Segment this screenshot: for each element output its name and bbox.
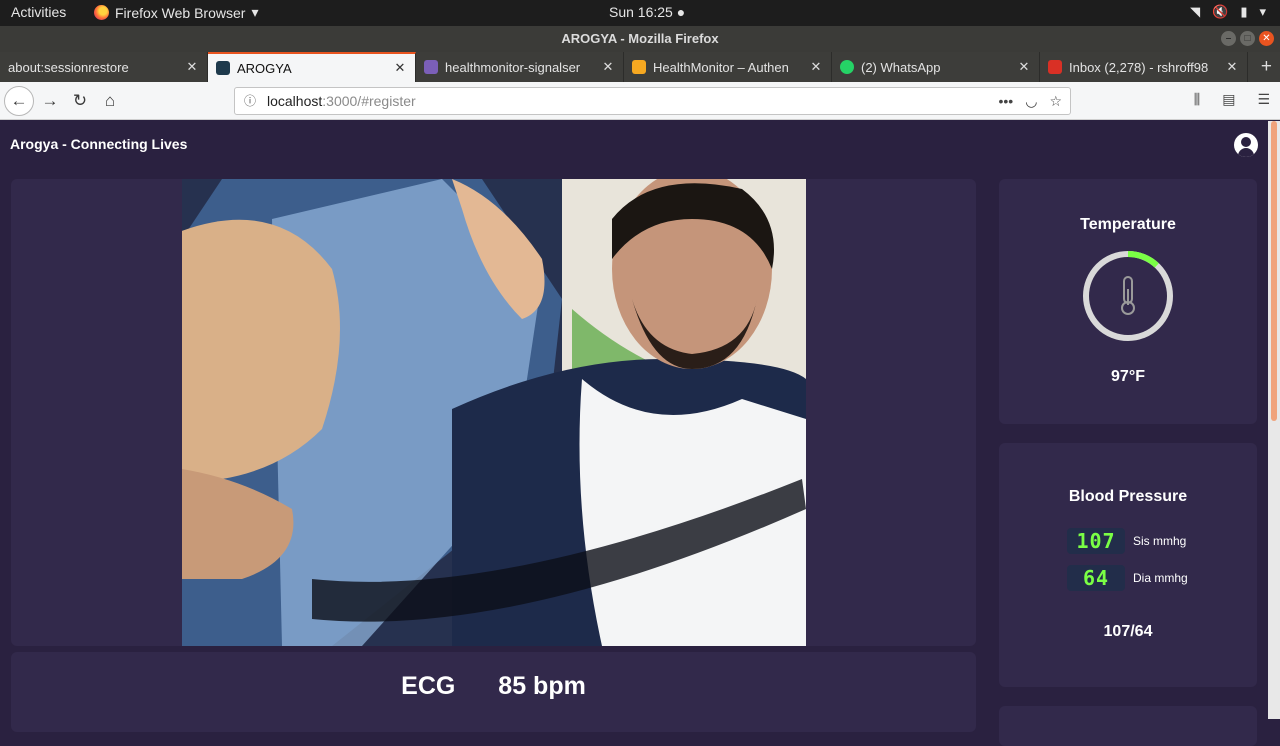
url-path: :3000/#register (322, 93, 416, 109)
close-tab-icon[interactable]: ✕ (807, 59, 825, 75)
diastolic-unit: Dia mmhg (1133, 571, 1188, 585)
clock-label: Sun 16:25 (609, 4, 673, 20)
tab-healthmonitor-auth[interactable]: HealthMonitor – Authen ✕ (624, 52, 832, 82)
close-tab-icon[interactable]: ✕ (183, 59, 201, 75)
blood-pressure-summary: 107/64 (1103, 623, 1153, 640)
window-title: AROGYA - Mozilla Firefox (561, 31, 719, 46)
new-tab-button[interactable]: + (1261, 56, 1272, 78)
tab-healthmonitor-signalserver[interactable]: healthmonitor-signalser ✕ (416, 52, 624, 82)
activities-button[interactable]: Activities (11, 4, 66, 20)
vitals-card (999, 706, 1257, 746)
tab-label: Inbox (2,278) - rshroff98 (1069, 59, 1209, 75)
ecg-label: ECG (401, 672, 456, 700)
firebase-icon (632, 60, 646, 74)
info-icon[interactable]: ⓘ (244, 88, 256, 114)
close-tab-icon[interactable]: ✕ (599, 59, 617, 75)
system-top-bar: Activities Firefox Web Browser ▾ Sun 16:… (0, 0, 1280, 26)
tab-label: healthmonitor-signalser (445, 59, 581, 75)
systolic-row: 107 Sis mmhg (1067, 528, 1186, 554)
heart-rate-value: 85 bpm (498, 672, 586, 700)
clock[interactable]: Sun 16:25 ● (609, 4, 685, 20)
chevron-down-icon: ▾ (251, 4, 259, 20)
navigation-toolbar: ← → ↻ ⌂ ⓘ localhost:3000/#register ••• ◡… (0, 82, 1280, 120)
tab-strip: about:sessionrestore ✕ AROGYA ✕ healthmo… (0, 52, 1280, 82)
account-icon[interactable] (1234, 133, 1258, 157)
temperature-title: Temperature (1080, 216, 1176, 233)
volume-icon: 🔇 (1212, 4, 1229, 19)
page-actions-icon[interactable]: ••• (999, 88, 1014, 114)
tab-sessionrestore[interactable]: about:sessionrestore ✕ (0, 52, 208, 82)
app-title: Arogya - Connecting Lives (10, 136, 188, 152)
window-titlebar: AROGYA - Mozilla Firefox – □ ✕ (0, 26, 1280, 52)
firefox-icon (94, 5, 109, 20)
tab-label: AROGYA (237, 60, 292, 76)
react-icon (216, 61, 230, 75)
video-feed-card (11, 179, 976, 646)
temperature-value: 97°F (1111, 368, 1145, 385)
tab-label: about:sessionrestore (8, 59, 129, 75)
ecg-card: ECG 85 bpm (11, 652, 976, 732)
close-window-button[interactable]: ✕ (1259, 31, 1274, 46)
wifi-icon: ◥ (1190, 4, 1201, 19)
diastolic-display: 64 (1067, 565, 1125, 591)
gmail-icon (1048, 60, 1062, 74)
back-button[interactable]: ← (4, 86, 34, 116)
systolic-unit: Sis mmhg (1133, 534, 1187, 548)
tab-label: HealthMonitor – Authen (653, 59, 789, 75)
close-tab-icon[interactable]: ✕ (391, 60, 409, 76)
minimize-button[interactable]: – (1221, 31, 1236, 46)
maximize-button[interactable]: □ (1240, 31, 1255, 46)
page-scrollbar[interactable] (1268, 121, 1280, 719)
app-header: Arogya - Connecting Lives (0, 121, 1268, 167)
url-bar[interactable]: ⓘ localhost:3000/#register ••• ◡ ☆ (234, 87, 1071, 115)
tab-label: (2) WhatsApp (861, 59, 941, 75)
whatsapp-icon (840, 60, 854, 74)
app-menu[interactable]: Firefox Web Browser ▾ (94, 4, 258, 21)
reload-button[interactable]: ↻ (66, 87, 94, 115)
battery-icon: ▮ (1240, 4, 1248, 19)
system-tray[interactable]: ◥ 🔇 ▮ ▾ (1190, 4, 1266, 20)
diastolic-row: 64 Dia mmhg (1067, 565, 1188, 591)
close-tab-icon[interactable]: ✕ (1223, 59, 1241, 75)
temperature-gauge (1083, 251, 1173, 341)
pocket-icon[interactable]: ◡ (1025, 88, 1037, 114)
systolic-display: 107 (1067, 528, 1125, 554)
forward-button[interactable]: → (36, 87, 64, 115)
tab-arogya[interactable]: AROGYA ✕ (208, 52, 416, 82)
blood-pressure-title: Blood Pressure (1068, 488, 1188, 505)
camera-video-feed (182, 179, 806, 646)
thermometer-icon (1121, 276, 1135, 315)
url-text: localhost:3000/#register (267, 88, 416, 114)
close-tab-icon[interactable]: ✕ (1015, 59, 1033, 75)
blood-pressure-card: Blood Pressure 107 Sis mmhg 64 Dia mmhg … (999, 443, 1257, 687)
menu-icon[interactable]: ☰ (1257, 91, 1270, 108)
bookmark-star-icon[interactable]: ☆ (1049, 88, 1062, 114)
camera-frame-image (182, 179, 806, 646)
url-host: localhost (267, 93, 323, 109)
app-menu-label: Firefox Web Browser (115, 4, 246, 21)
temperature-card: Temperature 97°F (999, 179, 1257, 424)
chevron-down-icon: ▾ (1259, 4, 1266, 19)
heroku-icon (424, 60, 438, 74)
tab-whatsapp[interactable]: (2) WhatsApp ✕ (832, 52, 1040, 82)
notification-dot-icon: ● (676, 4, 686, 20)
scrollbar-thumb[interactable] (1271, 121, 1277, 421)
sidebar-icon[interactable]: ▤ (1222, 91, 1235, 108)
home-button[interactable]: ⌂ (96, 87, 124, 115)
tab-gmail-inbox[interactable]: Inbox (2,278) - rshroff98 ✕ (1040, 52, 1248, 82)
library-icon[interactable]: ⫼ (1194, 91, 1200, 108)
